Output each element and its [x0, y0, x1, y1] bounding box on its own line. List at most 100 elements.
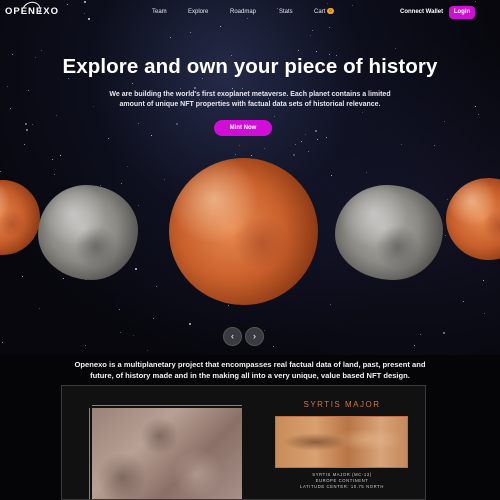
card-caption: SYRTIS MAJOR (MC-13) EUROPE CONTINENT LA… [277, 472, 407, 490]
star [156, 285, 158, 287]
star [331, 174, 332, 176]
star [312, 30, 313, 32]
connect-wallet-button[interactable]: Connect Wallet [400, 9, 443, 15]
planet-mars-center[interactable] [169, 158, 318, 305]
star [133, 334, 135, 336]
card-title: SYRTIS MAJOR [303, 400, 381, 409]
star [147, 349, 149, 351]
logo[interactable]: OPENEXO [5, 0, 59, 23]
planet-mars-right[interactable] [446, 178, 500, 260]
star [169, 36, 171, 38]
star [316, 138, 318, 140]
star [190, 31, 192, 33]
caption-line-3: LATITUDE CENTER: 10.75 NORTH [300, 484, 384, 489]
moon-phobos-right[interactable] [335, 185, 443, 280]
star [326, 136, 328, 138]
star [305, 134, 307, 136]
star [120, 332, 122, 334]
nav-link-explore[interactable]: Explore [188, 9, 208, 15]
hero-subtext: We are building the world's first exopla… [109, 91, 391, 108]
nft-card-preview[interactable]: SYRTIS MAJOR SYRTIS MAJOR (MC-13) EUROPE… [61, 385, 426, 500]
star [150, 135, 152, 137]
star [38, 308, 40, 310]
star [53, 173, 55, 175]
star [100, 184, 102, 186]
star [301, 140, 303, 142]
cart-count-badge: 0 [327, 8, 334, 14]
star [307, 151, 309, 153]
star [316, 51, 318, 53]
star [264, 330, 266, 332]
star [25, 123, 28, 126]
star [107, 137, 109, 139]
star [119, 309, 121, 311]
star [315, 129, 318, 132]
nav-link-roadmap[interactable]: Roadmap [230, 9, 256, 15]
star [25, 129, 28, 132]
star [445, 235, 447, 237]
star [163, 178, 165, 180]
star [232, 87, 234, 89]
star [56, 114, 58, 116]
star [62, 277, 64, 279]
star [0, 170, 2, 172]
star [366, 172, 368, 174]
star [121, 182, 123, 184]
nav-link-team[interactable]: Team [152, 9, 167, 15]
star [234, 154, 236, 156]
carousel-prev-button[interactable]: ‹ [223, 327, 242, 346]
star [273, 115, 275, 117]
star [175, 122, 178, 125]
carousel-next-button[interactable]: › [245, 327, 264, 346]
star [444, 120, 446, 122]
star [463, 301, 465, 303]
mint-now-button[interactable]: Mint Now [214, 120, 272, 136]
star [401, 144, 403, 146]
nav-link-stats[interactable]: Stats [279, 9, 293, 15]
nav-link-cart[interactable]: Cart [314, 9, 325, 15]
top-nav: OPENEXO Team Explore Roadmap Stats Cart … [0, 0, 500, 26]
star [477, 113, 479, 115]
star [309, 34, 311, 36]
star [60, 155, 62, 157]
star [6, 85, 8, 87]
chevron-right-icon: › [253, 331, 256, 341]
star [484, 312, 486, 314]
star [239, 145, 241, 147]
chevron-left-icon: ‹ [231, 331, 234, 341]
ruler-top [92, 400, 242, 406]
star [220, 26, 222, 28]
star [23, 144, 25, 146]
star [294, 143, 296, 145]
star [447, 198, 449, 200]
terrain-image [92, 408, 242, 499]
star [330, 304, 332, 306]
logo-ring-icon [19, 0, 44, 23]
star [420, 333, 422, 335]
star [395, 47, 397, 49]
star [135, 268, 138, 271]
star [482, 279, 484, 281]
star [1, 342, 3, 344]
moon-phobos-left[interactable] [38, 185, 138, 280]
star [28, 89, 30, 91]
star [138, 123, 140, 125]
star [40, 50, 42, 52]
star [264, 147, 266, 149]
star [138, 204, 140, 206]
star [126, 165, 128, 167]
planet-mars-left[interactable] [0, 180, 40, 255]
star [242, 87, 244, 89]
login-button[interactable]: Login [449, 6, 475, 19]
star [297, 50, 299, 52]
star [474, 106, 476, 108]
star [328, 26, 330, 28]
star [51, 158, 53, 160]
star [251, 155, 253, 157]
star [362, 111, 364, 113]
star [433, 144, 435, 146]
star [180, 87, 182, 89]
star [228, 305, 230, 307]
star [188, 322, 191, 325]
star [272, 346, 274, 348]
